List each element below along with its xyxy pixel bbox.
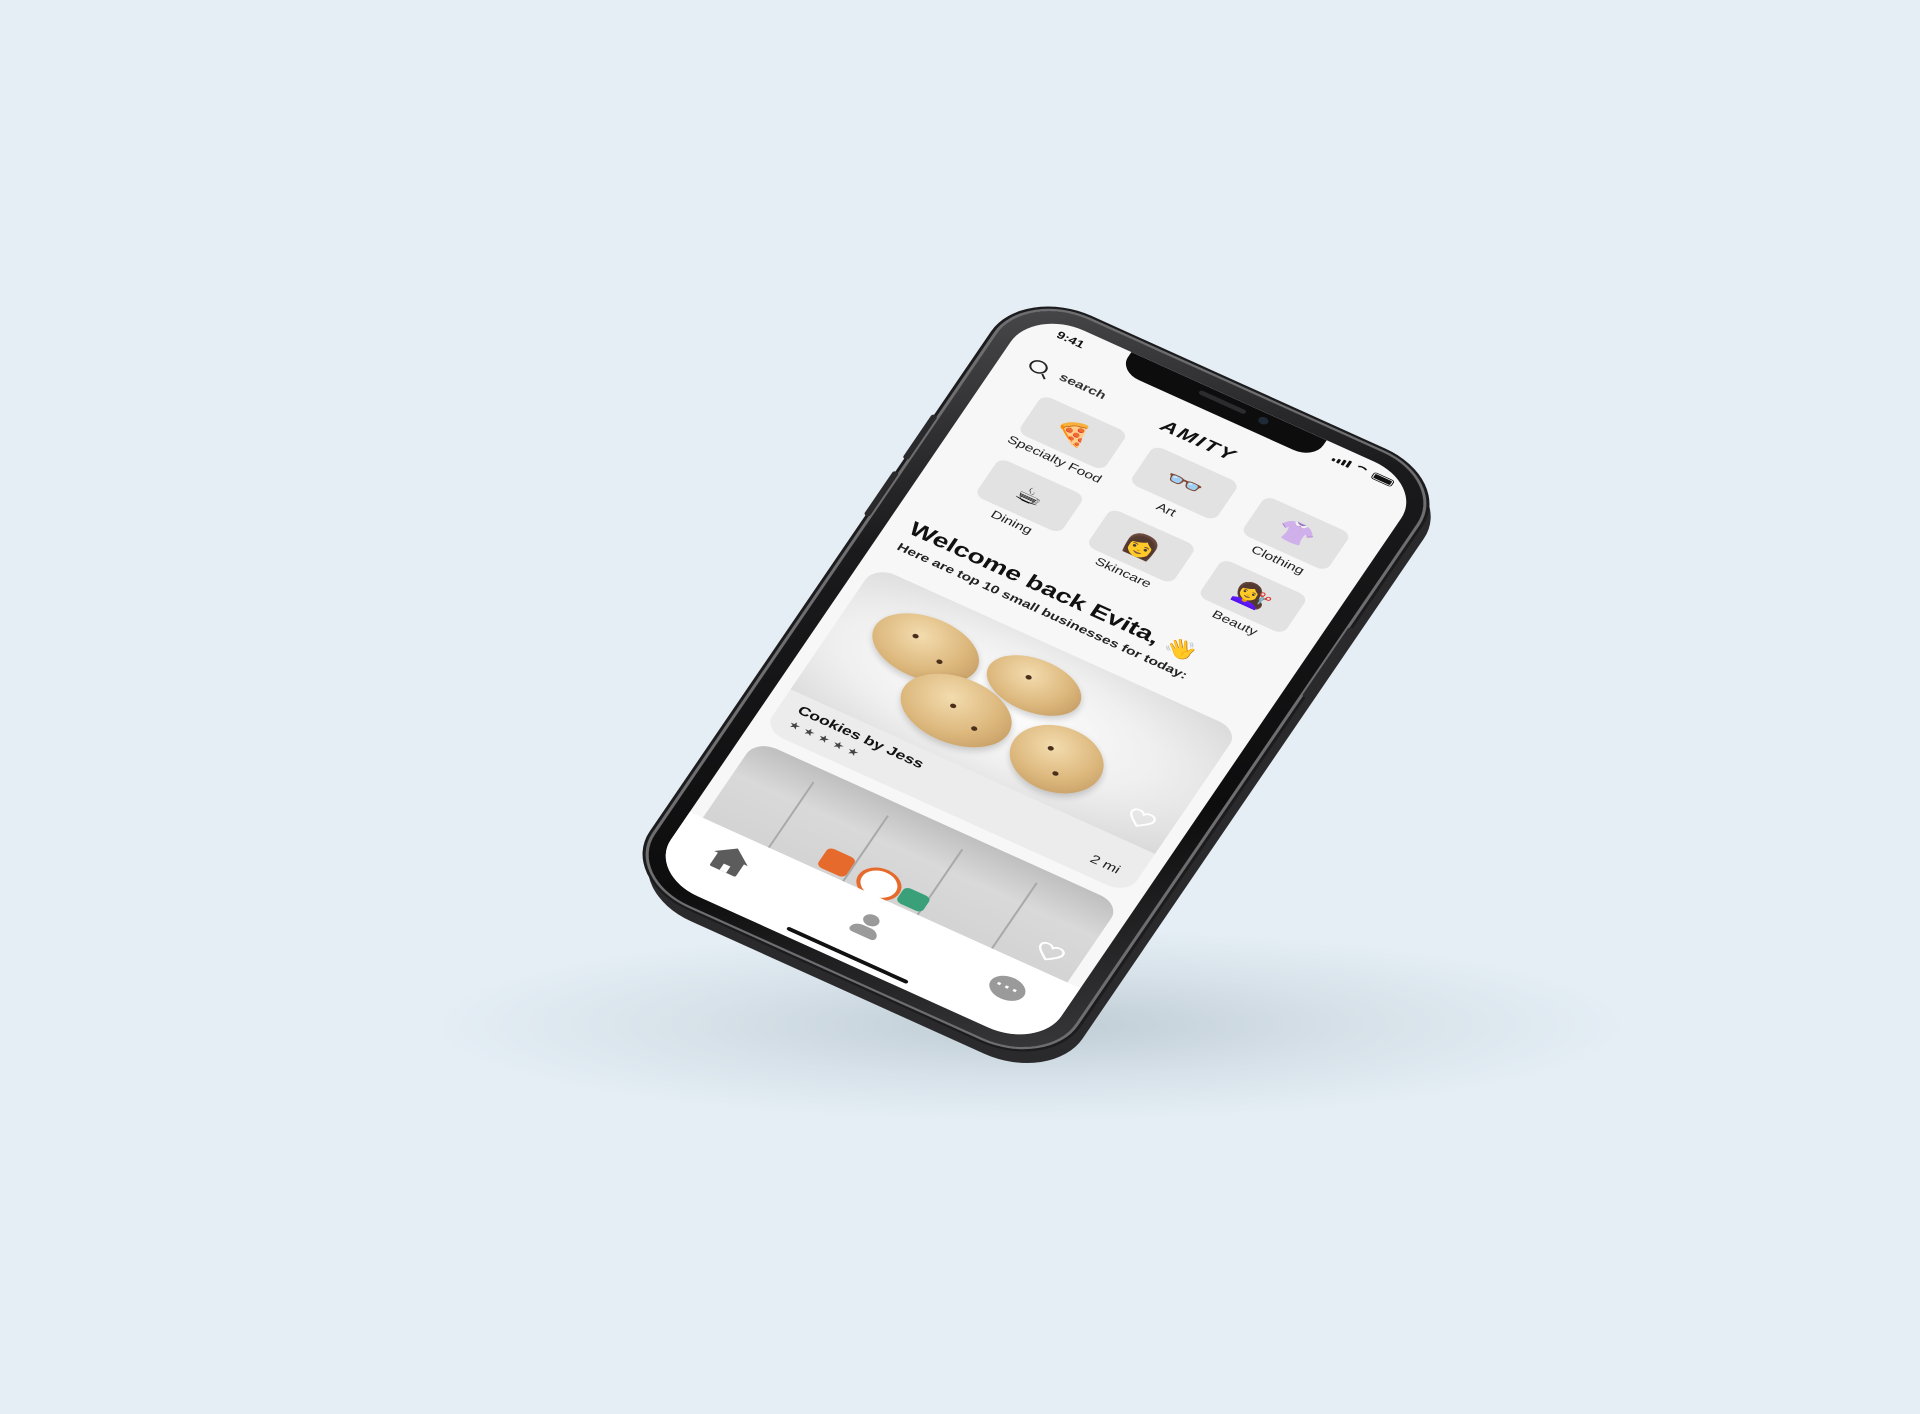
tab-home[interactable] [700,843,754,885]
chat-icon [983,970,1031,1006]
tab-profile[interactable] [840,906,894,948]
heart-icon[interactable] [1124,806,1159,832]
heart-icon[interactable] [1032,940,1067,966]
business-distance: 2 mi [1087,852,1123,877]
status-time: 9:41 [1054,328,1088,351]
signal-icon [1331,454,1353,468]
tab-messages[interactable] [979,969,1033,1011]
wifi-icon [1352,463,1370,476]
home-icon [709,851,745,878]
search-input[interactable]: search [1056,371,1108,402]
battery-icon [1370,471,1396,488]
search-icon[interactable] [1026,357,1051,377]
front-camera [1256,415,1271,426]
mockup-stage: 9:41 search AMITY 🍕 Specialty Food 👓 Art… [0,0,1920,1414]
